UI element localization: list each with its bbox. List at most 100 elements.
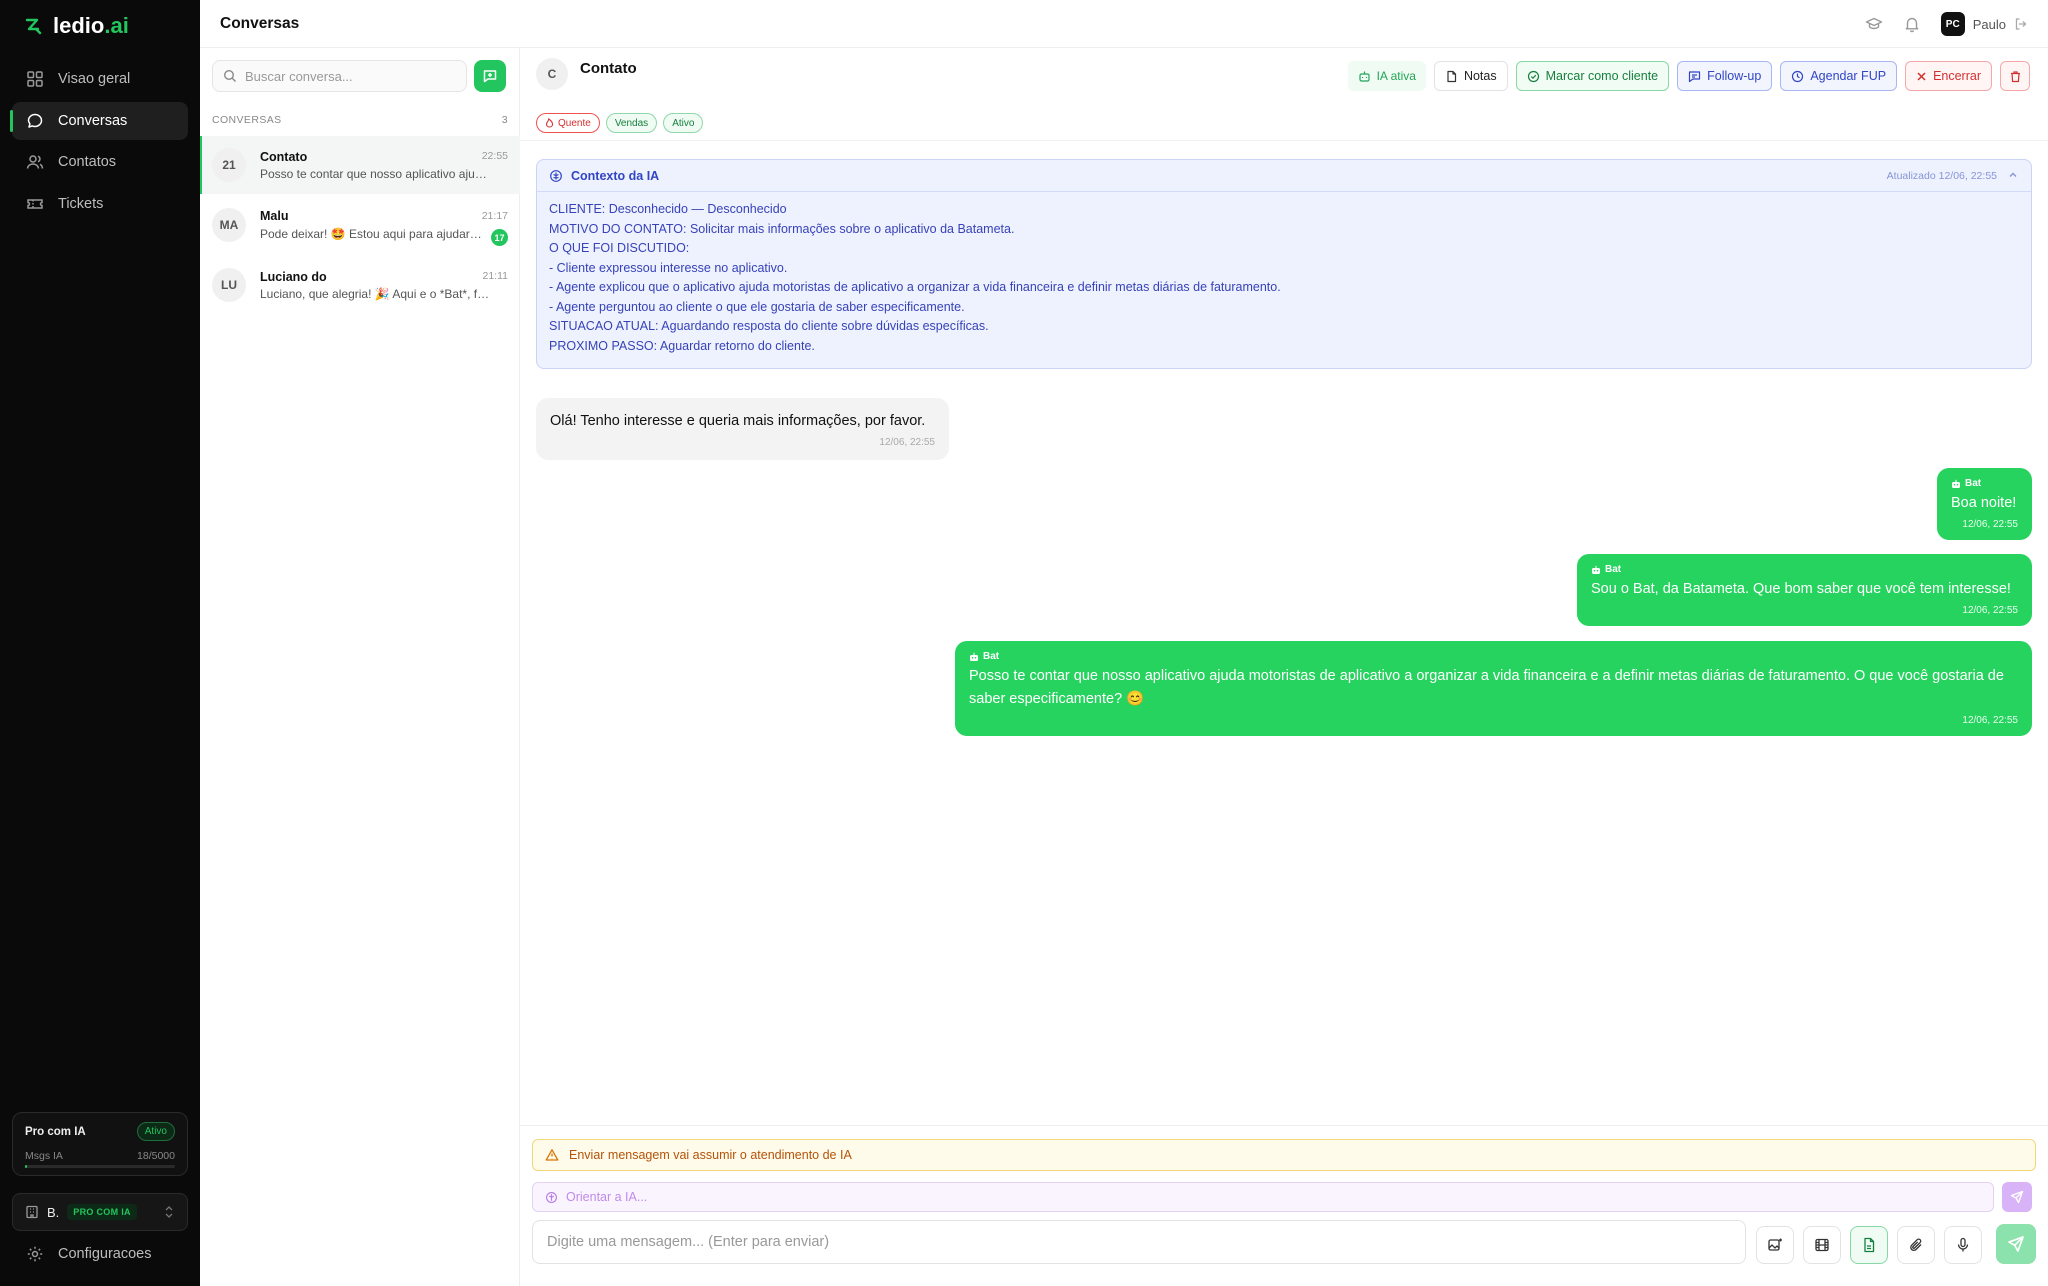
message-time: 12/06, 22:55 <box>879 437 935 448</box>
conversation-item[interactable]: LU Luciano do 21:11 Luciano, que alegria… <box>200 256 520 314</box>
brain-icon <box>545 1191 558 1204</box>
robot-icon <box>969 652 979 662</box>
close-icon <box>1916 71 1927 82</box>
conversation-list-panel: CONVERSAS 3 21 Contato 22:55 Posso te co… <box>200 48 520 1286</box>
page-title: Conversas <box>220 15 300 32</box>
graduation-cap-icon[interactable] <box>1865 15 1883 33</box>
chat-icon <box>26 112 44 130</box>
bot-icon <box>1358 70 1371 83</box>
follow-up-button[interactable]: Follow-up <box>1677 61 1773 91</box>
plan-usage-bar <box>25 1165 175 1168</box>
ai-context-card: Contexto da IA Atualizado 12/06, 22:55 C… <box>536 159 2032 369</box>
settings-label: Configuracoes <box>58 1246 152 1262</box>
send-button[interactable] <box>1996 1224 2036 1264</box>
flame-icon <box>545 118 554 128</box>
divider <box>520 1125 2048 1126</box>
conversation-name: Contato <box>260 150 308 164</box>
sidebar-item-configuracoes[interactable]: Configuracoes <box>12 1236 152 1272</box>
tag-vendas[interactable]: Vendas <box>605 113 658 133</box>
tag-label: Vendas <box>614 117 649 129</box>
schedule-fup-button[interactable]: Agendar FUP <box>1780 61 1898 91</box>
message-sender-name: Bat <box>983 651 1000 662</box>
plan-name: Pro com IA <box>25 1126 86 1138</box>
sidebar-item-conversas[interactable]: Conversas <box>10 102 188 140</box>
users-icon <box>26 153 44 171</box>
context-line: - Cliente expressou interesse no aplicat… <box>549 260 788 275</box>
ai-context-updated: Atualizado 12/06, 22:55 <box>1886 170 1997 182</box>
unread-badge: 17 <box>491 229 508 246</box>
attachment-button[interactable] <box>1897 1226 1935 1264</box>
sidebar-item-label: Contatos <box>58 154 117 170</box>
message-incoming: Olá! Tenho interesse e queria mais infor… <box>536 398 949 460</box>
sidebar-item-label: Visao geral <box>58 71 131 87</box>
file-icon <box>1445 70 1458 83</box>
tag-label: Quente <box>558 117 591 129</box>
context-line: PROXIMO PASSO: Aguardar retorno do clien… <box>549 338 815 353</box>
message-text: Sou o Bat, da Batameta. Que bom saber qu… <box>1591 581 2011 597</box>
image-upload-button[interactable] <box>1756 1226 1794 1264</box>
message-square-icon <box>1688 70 1701 83</box>
video-upload-button[interactable] <box>1803 1226 1841 1264</box>
notes-button[interactable]: Notas <box>1433 61 1508 91</box>
plan-usage-fill <box>25 1165 27 1168</box>
tag-list: Quente Vendas Ativo <box>536 113 704 133</box>
user-name: Paulo <box>1972 16 2006 32</box>
ai-context-body: CLIENTE: Desconhecido — Desconhecido MOT… <box>549 200 1281 356</box>
ia-active-toggle[interactable]: IA ativa <box>1347 61 1426 91</box>
takeover-warning: Enviar mensagem vai assumir o atendiment… <box>532 1139 2036 1171</box>
top-bar: Conversas PC Paulo <box>200 0 2048 48</box>
message-time: 12/06, 22:55 <box>1962 519 2018 530</box>
warning-icon <box>545 1148 559 1162</box>
logo-suffix: .ai <box>104 13 129 38</box>
plan-msgs-count: 18/5000 <box>137 1150 175 1162</box>
ai-guidance-input[interactable] <box>566 1190 1166 1204</box>
logo[interactable]: ledio.ai <box>24 13 129 39</box>
plan-msgs-label: Msgs IA <box>25 1150 63 1162</box>
tag-quente[interactable]: Quente <box>536 113 600 133</box>
delete-button[interactable] <box>2000 61 2030 91</box>
sidebar-item-tickets[interactable]: Tickets <box>12 185 188 223</box>
robot-icon <box>1591 565 1601 575</box>
message-outgoing: Bat Boa noite! 12/06, 22:55 <box>1937 468 2032 540</box>
tag-ativo[interactable]: Ativo <box>663 113 704 133</box>
audio-record-button[interactable] <box>1944 1226 1982 1264</box>
new-conversation-button[interactable] <box>474 60 506 92</box>
conversation-item[interactable]: 21 Contato 22:55 Posso te contar que nos… <box>200 136 520 194</box>
ticket-icon <box>26 195 44 213</box>
close-label: Encerrar <box>1933 69 1981 83</box>
search-box[interactable] <box>212 60 467 92</box>
plan-card: Pro com IA Ativo Msgs IA 18/5000 <box>12 1112 188 1176</box>
close-conversation-button[interactable]: Encerrar <box>1905 61 1992 91</box>
ai-context-title: Contexto da IA <box>571 168 660 183</box>
contact-name[interactable]: Contato <box>580 60 637 77</box>
document-button[interactable] <box>1850 1226 1888 1264</box>
message-input[interactable] <box>547 1234 1727 1250</box>
sidebar-item-label: Conversas <box>58 113 128 129</box>
conversation-item[interactable]: MA Malu 21:17 Pode deixar! 🤩 Estou aqui … <box>200 196 520 254</box>
mark-client-button[interactable]: Marcar como cliente <box>1515 61 1670 91</box>
search-input[interactable] <box>245 68 445 84</box>
message-text: Posso te contar que nosso aplicativo aju… <box>969 668 2004 707</box>
chevron-up-icon[interactable] <box>2007 169 2019 181</box>
user-menu[interactable]: PC Paulo <box>1940 12 2028 36</box>
section-label: CONVERSAS <box>212 114 282 126</box>
message-outgoing: Bat Posso te contar que nosso aplicativo… <box>955 641 2032 736</box>
message-input-box[interactable] <box>532 1220 1746 1264</box>
message-sender-name: Bat <box>1605 564 1622 575</box>
contact-avatar: C <box>536 58 568 90</box>
sidebar-item-contatos[interactable]: Contatos <box>12 143 188 181</box>
bell-icon[interactable] <box>1903 15 1921 33</box>
ai-context-header[interactable]: Contexto da IA <box>537 160 2031 192</box>
ai-guidance-send-button[interactable] <box>2002 1182 2032 1212</box>
logo-text: ledio <box>53 13 105 38</box>
ai-guidance-box[interactable] <box>532 1182 1994 1212</box>
sidebar-item-visao-geral[interactable]: Visao geral <box>12 60 188 98</box>
sidebar: ledio.ai Visao geral Conversas Contatos … <box>0 0 200 1286</box>
tag-label: Ativo <box>672 117 695 129</box>
logout-icon[interactable] <box>2014 17 2028 31</box>
notes-label: Notas <box>1463 69 1497 83</box>
context-line: - Agente explicou que o aplicativo ajuda… <box>549 280 1281 294</box>
ia-status-label: IA ativa <box>1376 69 1416 83</box>
message-outgoing: Bat Sou o Bat, da Batameta. Que bom sabe… <box>1577 554 2032 626</box>
account-switcher[interactable]: B. PRO COM IA <box>12 1193 188 1231</box>
